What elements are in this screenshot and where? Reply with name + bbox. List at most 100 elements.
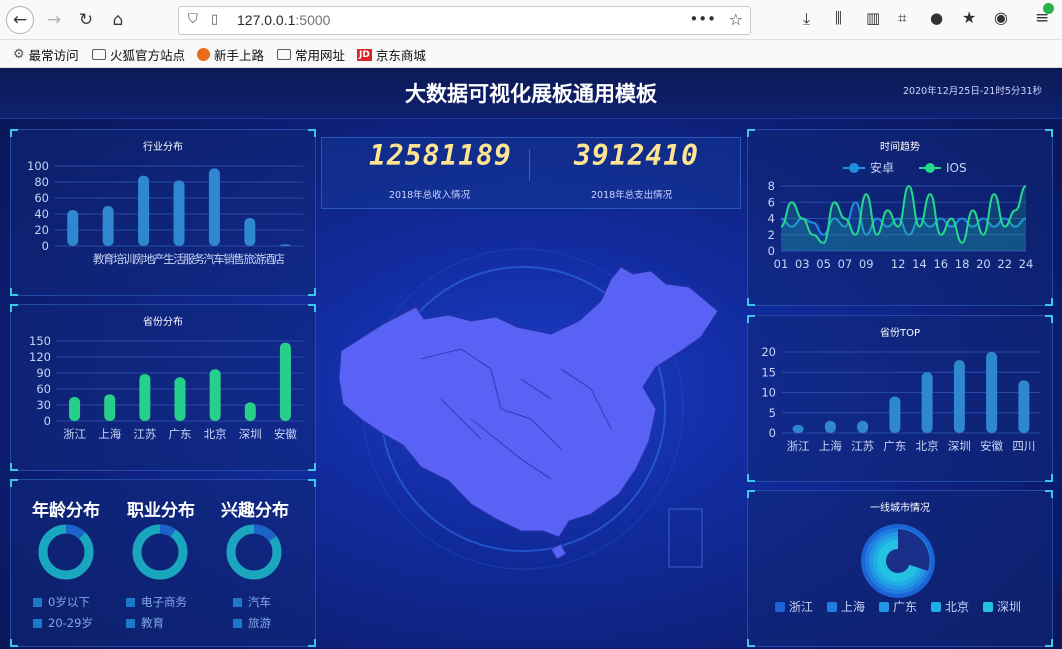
back-button[interactable]: ← — [6, 6, 34, 34]
south-sea-inset — [668, 508, 703, 568]
legend-swatch — [233, 618, 242, 628]
url-host: 127.0.0.1 — [237, 12, 296, 28]
bar — [174, 377, 186, 421]
province-top-panel: 省份TOP 0 5 10 15 20 浙江 上海 江苏 广东 北京 深圳 安徽 四川 — [747, 315, 1053, 482]
legend-swatch — [931, 602, 941, 612]
url-port: :5000 — [295, 12, 331, 28]
y-tick-label: 6 — [768, 195, 775, 209]
interest-donut — [226, 524, 282, 580]
legend-label: IOS — [946, 161, 967, 175]
y-tick-label: 90 — [36, 366, 51, 380]
x-tick-label: 12 — [891, 257, 906, 271]
legend-label: 20-29岁 — [48, 616, 93, 630]
bookmark-label: 京东商城 — [375, 48, 426, 63]
legend-label: 广东 — [893, 600, 917, 614]
y-tick-label: 120 — [29, 350, 51, 364]
legend-marker — [849, 163, 859, 173]
legend-label: 上海 — [841, 599, 865, 614]
legend-item[interactable]: 旅游 — [233, 615, 271, 631]
sidebar-icon[interactable]: ▥ — [866, 9, 880, 27]
legend-swatch — [827, 602, 837, 612]
age-donut — [38, 524, 94, 580]
x-tick-label: 上海 — [98, 427, 121, 441]
gear-icon: ⚙ — [13, 47, 25, 62]
legend-swatch — [33, 618, 42, 628]
y-tick-label: 150 — [29, 334, 51, 348]
legend-label: 汽车 — [248, 595, 271, 609]
x-tick-label: 深圳 — [948, 439, 971, 453]
x-tick-label: 浙江 — [787, 439, 810, 453]
x-tick-label: 上海 — [819, 439, 842, 453]
legend-marker — [925, 163, 935, 173]
legend-swatch — [879, 602, 889, 612]
x-tick-label: 广东 — [883, 439, 906, 453]
page-info-icon[interactable]: ▯ — [211, 12, 218, 27]
y-tick-label: 2 — [768, 228, 775, 242]
bar — [986, 352, 998, 433]
legend-item[interactable]: 汽车 — [233, 594, 271, 610]
bookmark-jd[interactable]: JD 京东商城 — [357, 45, 426, 64]
x-tick-label: 江苏 — [133, 427, 156, 441]
interest-title: 兴趣分布 — [221, 501, 289, 521]
bookmark-label: 火狐官方站点 — [110, 48, 186, 63]
y-tick-label: 5 — [769, 406, 776, 420]
bar — [889, 396, 901, 433]
legend-label: 0岁以下 — [48, 595, 90, 609]
bar — [139, 374, 151, 421]
expense-label: 2018年总支出情况 — [591, 190, 673, 201]
reload-button[interactable]: ↻ — [72, 6, 100, 34]
bar — [244, 218, 256, 246]
screenshot-icon[interactable]: ⌗ — [898, 9, 906, 27]
y-tick-label: 20 — [34, 223, 49, 237]
y-tick-label: 4 — [768, 212, 775, 226]
favorites-icon[interactable]: ★ — [962, 8, 976, 27]
bar — [173, 180, 185, 246]
province-chart: 0 30 60 90 120 150 浙江 上海 江苏 广东 北京 深圳 安徽 — [29, 334, 303, 441]
job-donut — [132, 524, 188, 580]
bar — [138, 175, 150, 246]
account-icon[interactable]: ◉ — [994, 8, 1008, 27]
bookmark-star-icon[interactable]: ☆ — [729, 10, 743, 29]
bookmark-common-sites[interactable]: 常用网址 — [277, 45, 345, 64]
legend-item[interactable]: 教育 — [126, 615, 164, 631]
industry-panel: 行业分布 0 20 40 60 80 100 教育培训房地产生活服务汽车销售旅游酒店 — [10, 129, 316, 296]
bar — [1018, 380, 1030, 433]
bar — [67, 210, 79, 246]
age-title: 年龄分布 — [32, 501, 100, 521]
bar — [279, 244, 291, 246]
jd-icon: JD — [357, 48, 372, 61]
dashboard: 大数据可视化展板通用模板 2020年12月25日-21时5分31秒 行业分布 0… — [0, 69, 1062, 649]
y-tick-label: 0 — [42, 239, 49, 253]
job-title: 职业分布 — [127, 501, 195, 521]
page-actions-icon[interactable]: ••• — [689, 10, 716, 28]
bookmark-getting-started[interactable]: 新手上路 — [197, 45, 264, 64]
bar — [102, 206, 114, 246]
legend-item[interactable]: 电子商务 — [126, 594, 187, 610]
bar — [104, 394, 116, 421]
url-bar[interactable]: ⛉ ▯ 127.0.0.1:5000 ••• ☆ — [178, 6, 751, 35]
legend-item[interactable]: 20-29岁 — [33, 615, 93, 631]
y-tick-label: 0 — [768, 244, 775, 258]
update-badge-icon — [1043, 3, 1054, 14]
downloads-icon[interactable]: ⤓ — [803, 9, 810, 29]
bookmark-label: 新手上路 — [214, 48, 265, 63]
datetime-display: 2020年12月25日-21时5分31秒 — [902, 86, 1042, 97]
hainan-shape — [550, 543, 567, 560]
trend-chart: 0246801 03 05 07 09 12 14 16 18 20 22 24安卓 IOS — [768, 160, 1034, 271]
bookmark-firefox-official[interactable]: 火狐官方站点 — [92, 45, 185, 64]
trend-panel: 时间趋势 0 2 4 6 8 01 03 05 07 09 12 14 16 18 20 22 24 安卓 IOS — [747, 129, 1053, 306]
bookmark-most-visited[interactable]: ⚙ 最常访问 — [13, 45, 79, 64]
x-tick-label: 07 — [838, 257, 853, 271]
y-tick-label: 100 — [27, 159, 49, 173]
legend-swatch — [126, 597, 135, 607]
home-button[interactable]: ⌂ — [104, 6, 132, 34]
chat-icon[interactable]: ● — [930, 9, 943, 27]
legend-swatch — [983, 602, 993, 612]
y-tick-label: 30 — [36, 398, 51, 412]
library-icon[interactable]: ⫼ — [835, 9, 842, 27]
x-tick-label: 安徽 — [980, 439, 1003, 453]
forward-button[interactable]: → — [40, 6, 68, 34]
china-map — [338, 248, 719, 570]
legend-item[interactable]: 0岁以下 — [33, 594, 90, 610]
x-tick-label: 教育培训房地产生活服务汽车销售旅游酒店 — [93, 252, 285, 266]
